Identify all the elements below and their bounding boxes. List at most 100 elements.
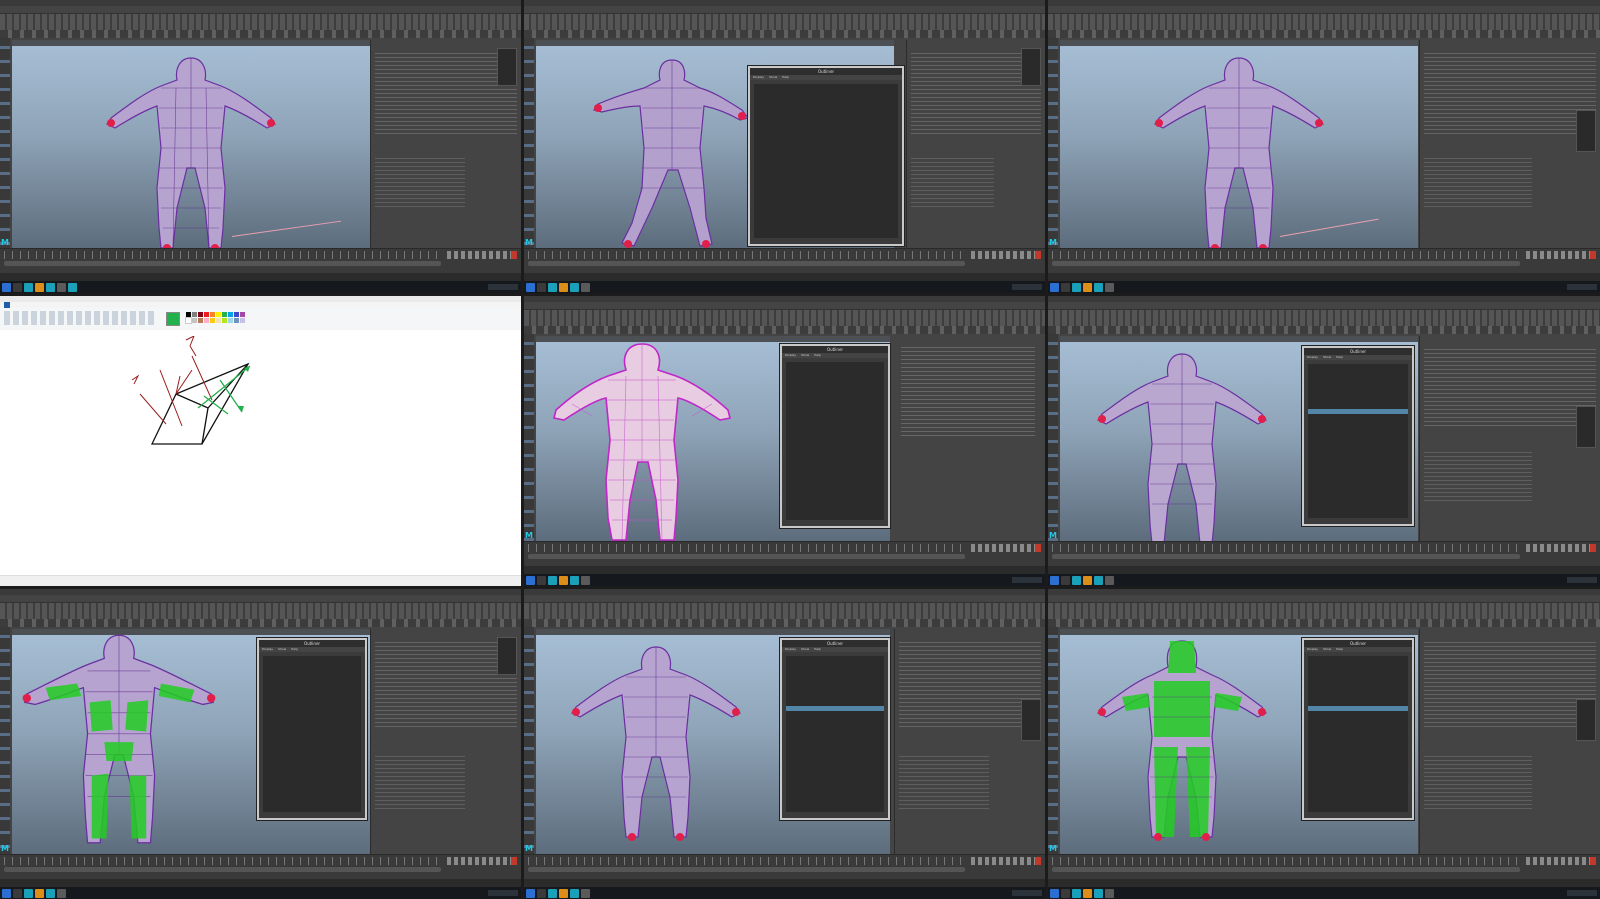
outliner-menu[interactable]: Display Show Help	[782, 647, 888, 652]
status-line[interactable]	[524, 30, 1045, 38]
time-slider[interactable]	[524, 854, 1045, 879]
command-line[interactable]	[524, 566, 1045, 574]
outliner-window[interactable]: Outliner Display Show Help	[1302, 638, 1414, 820]
outliner-window[interactable]: Outliner Display Show Help	[780, 344, 890, 528]
shelf-toolbar[interactable]	[1048, 603, 1600, 620]
maya-logo-icon: M	[1049, 238, 1057, 247]
time-slider[interactable]	[1048, 541, 1600, 566]
outliner-list[interactable]	[1308, 364, 1408, 518]
outliner-window[interactable]: Outliner Display Show Help	[780, 638, 890, 820]
menu-bar[interactable]	[1048, 6, 1600, 14]
shelf-toolbar[interactable]	[1048, 310, 1600, 327]
menu-bar[interactable]	[0, 6, 521, 14]
color-palette[interactable]	[185, 312, 245, 324]
paint-window	[0, 296, 521, 586]
command-line[interactable]	[0, 273, 521, 281]
viewport-menu[interactable]	[1060, 629, 1418, 635]
menu-bar[interactable]	[1048, 302, 1600, 310]
outliner-menu[interactable]: Display Show Help	[1304, 647, 1412, 652]
list-item[interactable]	[1308, 424, 1408, 429]
shelf-toolbar[interactable]	[524, 14, 1045, 31]
tool-box[interactable]: M	[524, 38, 534, 249]
ribbon-tools[interactable]	[4, 311, 154, 325]
channel-box[interactable]	[894, 629, 1045, 855]
time-slider[interactable]	[0, 854, 521, 879]
shelf-toolbar[interactable]	[1048, 14, 1600, 31]
drawing-canvas[interactable]	[0, 330, 521, 576]
current-color-swatch[interactable]	[166, 312, 180, 326]
command-line[interactable]	[524, 273, 1045, 281]
tool-box[interactable]: M	[524, 627, 534, 855]
shelf-toolbar[interactable]	[524, 603, 1045, 620]
command-line[interactable]	[524, 879, 1045, 887]
viewport-3d[interactable]	[12, 40, 370, 249]
status-line[interactable]	[1048, 619, 1600, 627]
menu-bar[interactable]	[524, 302, 1045, 310]
command-line[interactable]	[1048, 879, 1600, 887]
tool-box[interactable]: M	[1048, 334, 1058, 542]
outliner-list[interactable]	[786, 656, 884, 812]
viewport-menu[interactable]	[12, 40, 370, 46]
channel-box[interactable]	[1419, 40, 1600, 249]
tool-box[interactable]: M	[0, 627, 10, 855]
tool-box[interactable]: M	[1048, 38, 1058, 249]
shelf-toolbar[interactable]	[0, 603, 521, 620]
maya-window-7: M Outliner Display Show Help	[0, 589, 521, 899]
time-slider[interactable]	[1048, 248, 1600, 273]
menu-bar[interactable]	[524, 595, 1045, 603]
tool-box[interactable]: M	[1048, 627, 1058, 855]
command-line[interactable]	[0, 879, 521, 887]
status-line[interactable]	[0, 30, 521, 38]
outliner-menu[interactable]: Display Show Help	[259, 647, 365, 652]
outliner-menu[interactable]: Display Show Help	[750, 75, 902, 80]
status-line[interactable]	[524, 326, 1045, 334]
channel-box[interactable]	[1419, 629, 1600, 855]
maya-logo-icon: M	[1, 238, 9, 247]
tool-box[interactable]: M	[524, 334, 534, 542]
command-line[interactable]	[1048, 273, 1600, 281]
outliner-list[interactable]	[786, 362, 884, 520]
tool-box[interactable]: M	[0, 38, 10, 249]
paint-ribbon[interactable]	[0, 308, 521, 331]
windows-taskbar	[524, 281, 1045, 293]
viewport-3d[interactable]	[1060, 40, 1418, 249]
outliner-list[interactable]	[263, 656, 361, 812]
outliner-menu[interactable]: Display Show Help	[782, 353, 888, 358]
status-line[interactable]	[1048, 30, 1600, 38]
menu-bar[interactable]	[0, 595, 521, 603]
viewport-menu[interactable]	[536, 40, 894, 46]
status-line[interactable]	[1048, 326, 1600, 334]
outliner-window[interactable]: Outliner Display Show Help	[1302, 346, 1414, 526]
command-line[interactable]	[1048, 566, 1600, 574]
outliner-list[interactable]	[1308, 656, 1408, 812]
status-line[interactable]	[0, 619, 521, 627]
channel-box[interactable]	[370, 629, 521, 855]
outliner-menu[interactable]: Display Show Help	[1304, 355, 1412, 360]
list-item[interactable]	[754, 144, 898, 149]
menu-bar[interactable]	[524, 6, 1045, 14]
viewport-menu[interactable]	[1060, 40, 1418, 46]
list-item[interactable]	[263, 711, 361, 716]
channel-box[interactable]	[370, 40, 521, 249]
list-item[interactable]	[786, 417, 884, 422]
outliner-window[interactable]: Outliner Display Show Help	[257, 638, 367, 820]
viewport-menu[interactable]	[536, 629, 890, 635]
viewport-menu[interactable]	[1060, 336, 1418, 342]
attribute-panel[interactable]	[895, 336, 1045, 542]
time-slider[interactable]	[524, 248, 1045, 273]
list-item[interactable]	[786, 716, 884, 721]
time-slider[interactable]	[1048, 854, 1600, 879]
maya-logo-icon: M	[1049, 531, 1057, 540]
time-slider[interactable]	[524, 541, 1045, 566]
list-item[interactable]	[1308, 716, 1408, 721]
channel-box[interactable]	[906, 40, 1045, 249]
shaded-character	[553, 343, 732, 541]
menu-bar[interactable]	[1048, 595, 1600, 603]
outliner-window[interactable]: Outliner Display Show Help	[748, 66, 904, 246]
shelf-toolbar[interactable]	[524, 310, 1045, 327]
outliner-list[interactable]	[754, 84, 898, 238]
channel-box[interactable]	[1419, 336, 1600, 542]
time-slider[interactable]	[0, 248, 521, 273]
shelf-toolbar[interactable]	[0, 14, 521, 31]
status-line[interactable]	[524, 619, 1045, 627]
